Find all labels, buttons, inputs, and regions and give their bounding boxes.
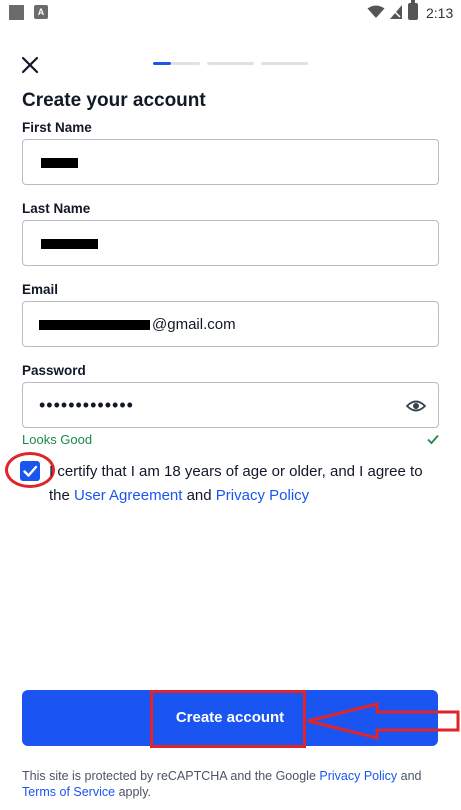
notification-square-icon [9, 5, 24, 20]
recaptcha-notice: This site is protected by reCAPTCHA and … [22, 768, 452, 800]
first-name-input[interactable] [23, 140, 438, 184]
checkbox-check-icon [23, 465, 38, 477]
page-title: Create your account [22, 90, 206, 111]
password-validation-text: Looks Good [22, 432, 93, 447]
step-indicator-3 [261, 62, 308, 65]
last-name-field[interactable] [22, 220, 439, 266]
footer-terms-link[interactable]: Terms of Service [22, 785, 115, 799]
user-agreement-link[interactable]: User Agreement [74, 487, 182, 504]
step-indicator-2 [207, 62, 254, 65]
password-field[interactable] [22, 382, 439, 428]
checkmark-icon [427, 434, 439, 445]
last-name-label: Last Name [22, 201, 91, 216]
first-name-field[interactable] [22, 139, 439, 185]
eye-icon[interactable] [406, 398, 426, 414]
wifi-icon [367, 5, 385, 18]
footer-text-after: apply. [118, 785, 152, 799]
first-name-label: First Name [22, 120, 92, 135]
footer-text-before: This site is protected by reCAPTCHA and … [22, 769, 316, 783]
redaction-bar [41, 239, 98, 249]
step-indicator-1-track [171, 62, 200, 65]
status-bar: A 2:13 [0, 0, 461, 26]
notification-app-icon: A [34, 5, 48, 19]
agreement-and: and [186, 487, 212, 504]
footer-and: and [400, 769, 422, 783]
password-input[interactable] [23, 383, 438, 427]
redaction-bar [39, 320, 150, 330]
close-icon[interactable] [20, 55, 40, 75]
create-account-button[interactable]: Create account [22, 690, 438, 746]
status-time: 2:13 [426, 5, 454, 21]
footer-privacy-link[interactable]: Privacy Policy [319, 769, 397, 783]
signal-icon [390, 5, 402, 19]
redaction-bar [41, 158, 78, 168]
agreement-text: I certify that I am 18 years of age or o… [49, 460, 439, 508]
privacy-policy-link[interactable]: Privacy Policy [216, 487, 309, 504]
step-indicator-1 [153, 62, 171, 65]
agreement-checkbox[interactable] [20, 461, 40, 481]
email-field[interactable] [22, 301, 439, 347]
battery-icon [408, 0, 418, 20]
password-label: Password [22, 363, 86, 378]
create-account-label: Create account [175, 709, 285, 726]
email-label: Email [22, 282, 59, 297]
